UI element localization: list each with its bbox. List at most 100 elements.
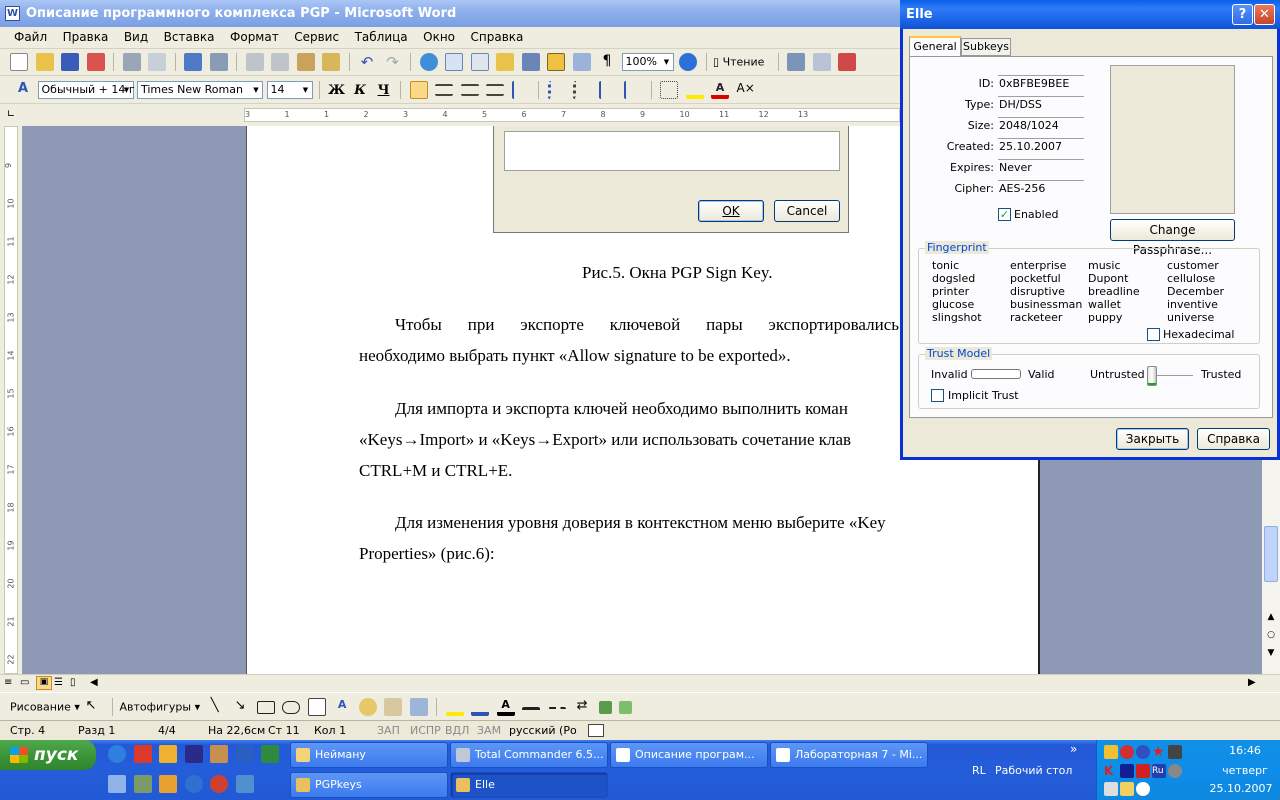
zoom-select[interactable]: 100% ▼ (621, 53, 674, 71)
enabled-checkbox[interactable]: ✓ (998, 208, 1011, 221)
horizontal-ruler[interactable]: 3 1 1 2 3 4 5 6 7 8 9 10 11 12 13 (22, 104, 900, 126)
print-icon[interactable] (122, 53, 141, 71)
autoshapes-menu[interactable]: Автофигуры ▾ (119, 701, 200, 714)
scroll-thumb[interactable] (1264, 526, 1278, 582)
line-icon[interactable]: ╲ (206, 698, 224, 716)
dash-style-icon[interactable] (547, 707, 566, 713)
close-icon[interactable]: ✕ (1254, 4, 1275, 25)
tray-icon[interactable] (1120, 745, 1134, 759)
clear-format-icon[interactable]: A× (737, 81, 755, 99)
help-icon[interactable]: ? (1232, 4, 1253, 25)
clock-icon[interactable] (159, 775, 177, 793)
change-passphrase-button[interactable]: Change Passphrase... (1110, 219, 1235, 257)
start-button[interactable]: пуск (0, 740, 96, 770)
pgp-dialog-title-bar[interactable]: Elle ? ✕ (900, 0, 1280, 29)
menu-table[interactable]: Таблица (349, 27, 414, 47)
implicit-trust-checkbox[interactable] (931, 389, 944, 402)
menu-window[interactable]: Окно (417, 27, 461, 47)
task-word-description[interactable]: Описание програм... (610, 742, 768, 768)
app-icon[interactable] (133, 745, 152, 763)
decrease-indent-icon[interactable] (598, 81, 617, 99)
browse-object-icon[interactable]: ○ (1264, 630, 1278, 644)
style-select[interactable]: Обычный + 14 г ▼ (37, 81, 135, 99)
language-indicator[interactable]: RL (972, 764, 986, 777)
tray-icon[interactable] (1168, 764, 1182, 778)
borders-icon[interactable] (660, 81, 678, 99)
copy-icon[interactable] (271, 53, 289, 71)
expires-value[interactable]: Never (998, 159, 1084, 177)
app-icon[interactable] (210, 775, 228, 793)
drawing-menu[interactable]: Рисование ▾ (10, 701, 80, 714)
status-extend[interactable]: ВДЛ (445, 721, 469, 741)
new-document-icon[interactable] (10, 53, 28, 71)
3d-icon[interactable] (619, 700, 633, 714)
align-left-icon[interactable] (409, 81, 428, 99)
paste-icon[interactable] (296, 53, 315, 71)
more-tasks-icon[interactable]: » (1070, 742, 1077, 756)
increase-indent-icon[interactable] (624, 81, 642, 99)
undo-icon[interactable]: ↶ (358, 53, 376, 71)
scroll-left-icon[interactable]: ◀ (90, 677, 98, 688)
pgp-sign-icon[interactable] (838, 53, 857, 71)
cut-icon[interactable] (245, 53, 264, 71)
type-value[interactable]: DH/DSS (998, 96, 1084, 114)
clipart-icon[interactable] (384, 698, 403, 716)
tray-icon[interactable]: K (1104, 764, 1118, 778)
shadow-icon[interactable] (598, 700, 612, 714)
created-value[interactable]: 25.10.2007 (998, 138, 1084, 156)
scroll-right-icon[interactable]: ▶ (1248, 677, 1256, 688)
format-painter-icon[interactable] (322, 53, 340, 71)
task-pgpkeys[interactable]: PGPkeys (290, 772, 448, 798)
menu-tools[interactable]: Сервис (288, 27, 345, 47)
drawing-icon[interactable] (547, 53, 565, 71)
numbering-icon[interactable] (547, 81, 566, 99)
app-icon[interactable] (133, 775, 152, 793)
text-color-icon[interactable]: A (496, 698, 515, 716)
clock-time[interactable]: 16:46 (1215, 744, 1275, 757)
tab-selector[interactable]: ∟ (0, 104, 22, 126)
align-right-icon[interactable] (460, 84, 479, 96)
textbox-icon[interactable] (307, 698, 326, 716)
task-neumann[interactable]: Нейману (290, 742, 448, 768)
document-map-icon[interactable] (572, 53, 591, 71)
line-spacing-icon[interactable] (511, 81, 530, 99)
menu-format[interactable]: Формат (224, 27, 285, 47)
status-track[interactable]: ИСПР (410, 721, 441, 741)
line-style-icon[interactable] (522, 707, 541, 713)
cipher-value[interactable]: AES-256 (998, 180, 1084, 198)
redo-icon[interactable]: ↷ (384, 53, 402, 71)
app-icon[interactable] (159, 745, 177, 763)
italic-button[interactable]: К (350, 83, 370, 98)
insert-excel-icon[interactable] (496, 53, 514, 71)
tray-icon[interactable] (1168, 745, 1182, 759)
trust-slider-thumb[interactable] (1147, 366, 1157, 386)
help-icon[interactable] (679, 53, 697, 71)
normal-view-icon[interactable]: ≡ (4, 677, 12, 688)
align-center-icon[interactable] (435, 84, 453, 96)
size-value[interactable]: 2048/1024 (998, 117, 1084, 135)
web-view-icon[interactable]: ▭ (20, 677, 29, 688)
word-icon[interactable] (235, 745, 254, 763)
tray-icon[interactable] (1136, 782, 1150, 796)
close-button[interactable]: Закрыть (1116, 428, 1189, 450)
horizontal-scrollbar[interactable]: ≡ ▭ ▣ ☰ ▯ ◀ ▶ (0, 674, 1280, 692)
play-icon[interactable] (1120, 764, 1134, 778)
app-icon[interactable] (235, 775, 254, 793)
help-button[interactable]: Справка (1197, 428, 1270, 450)
arrow-style-icon[interactable]: ⇄ (573, 698, 591, 716)
menu-edit[interactable]: Правка (57, 27, 115, 47)
line-color-icon[interactable] (471, 698, 490, 716)
columns-icon[interactable] (521, 53, 540, 71)
task-elle[interactable]: Elle (450, 772, 608, 798)
app-icon[interactable] (108, 775, 126, 793)
permission-icon[interactable] (86, 53, 105, 71)
open-folder-icon[interactable] (35, 53, 54, 71)
tray-icon[interactable] (1136, 745, 1150, 759)
app-icon[interactable] (184, 775, 203, 793)
tab-general[interactable]: General (909, 36, 961, 56)
reading-view-icon[interactable]: ▯ (70, 677, 76, 688)
prev-page-icon[interactable]: ▲ (1264, 612, 1278, 626)
reading-mode-button[interactable]: ▯ Чтение (713, 56, 764, 69)
font-size-select[interactable]: 14 ▼ (266, 81, 313, 99)
users-icon[interactable] (210, 745, 228, 763)
